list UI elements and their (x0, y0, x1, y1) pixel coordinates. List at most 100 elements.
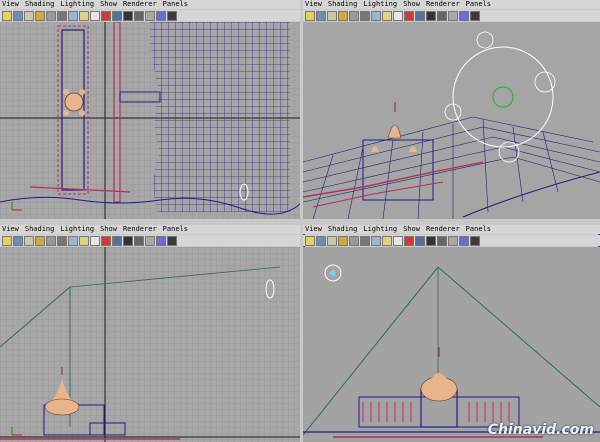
select-camera-icon[interactable] (316, 10, 326, 21)
camera-icon[interactable] (2, 10, 12, 21)
film-gate-icon[interactable] (459, 235, 469, 246)
texture-icon[interactable] (79, 10, 89, 21)
lighting-icon[interactable] (393, 235, 403, 246)
viewport-top-ortho[interactable] (0, 22, 300, 219)
viewport-panel-top-right[interactable]: View Shading Lighting Show Renderer Panels (303, 0, 600, 219)
viewport-front-ortho[interactable] (303, 247, 600, 442)
field-chart-icon[interactable] (470, 10, 480, 21)
menu-shading[interactable]: Shading (25, 0, 55, 8)
grid-icon[interactable] (46, 235, 56, 246)
grid-icon[interactable] (349, 235, 359, 246)
menu-lighting[interactable]: Lighting (363, 0, 397, 8)
smooth-shade-icon[interactable] (371, 235, 381, 246)
menu-panels[interactable]: Panels (163, 0, 188, 8)
menu-view[interactable]: View (305, 225, 322, 233)
texture-icon[interactable] (79, 235, 89, 246)
smooth-shade-icon[interactable] (68, 10, 78, 21)
resolution-gate-icon[interactable] (145, 235, 155, 246)
xray-icon[interactable] (415, 235, 425, 246)
menu-panels[interactable]: Panels (466, 225, 491, 233)
frame-icon[interactable] (134, 10, 144, 21)
grid-icon[interactable] (349, 10, 359, 21)
resolution-gate-icon[interactable] (145, 10, 155, 21)
texture-icon[interactable] (382, 10, 392, 21)
resolution-gate-icon[interactable] (448, 235, 458, 246)
menu-show[interactable]: Show (403, 0, 420, 8)
panel-menu-bar[interactable]: View Shading Lighting Show Renderer Panels (0, 225, 300, 234)
camera-icon[interactable] (2, 235, 12, 246)
wireframe-icon[interactable] (57, 10, 67, 21)
menu-show[interactable]: Show (100, 0, 117, 8)
panel-menu-bar[interactable]: View Shading Lighting Show Renderer Panels (303, 0, 600, 9)
viewport-side-ortho[interactable] (0, 247, 300, 442)
menu-show[interactable]: Show (403, 225, 420, 233)
image-plane-icon[interactable] (338, 10, 348, 21)
viewport-panel-bottom-right[interactable]: View Shading Lighting Show Renderer Panels (303, 225, 600, 442)
menu-panels[interactable]: Panels (466, 0, 491, 8)
panel-menu-bar[interactable]: View Shading Lighting Show Renderer Panels (303, 225, 600, 234)
shadows-icon[interactable] (404, 10, 414, 21)
smooth-shade-icon[interactable] (68, 235, 78, 246)
viewport-panel-top-left[interactable]: View Shading Lighting Show Renderer Panels (0, 0, 300, 219)
image-plane-icon[interactable] (35, 235, 45, 246)
menu-view[interactable]: View (305, 0, 322, 8)
select-camera-icon[interactable] (13, 10, 23, 21)
panel-menu-bar[interactable]: View Shading Lighting Show Renderer Panels (0, 0, 300, 9)
resolution-gate-icon[interactable] (448, 10, 458, 21)
isolate-icon[interactable] (426, 235, 436, 246)
film-gate-icon[interactable] (156, 10, 166, 21)
menu-renderer[interactable]: Renderer (123, 0, 157, 8)
isolate-icon[interactable] (123, 10, 133, 21)
image-plane-icon[interactable] (35, 10, 45, 21)
xray-icon[interactable] (112, 10, 122, 21)
menu-lighting[interactable]: Lighting (60, 225, 94, 233)
menu-renderer[interactable]: Renderer (123, 225, 157, 233)
bookmark-icon[interactable] (327, 235, 337, 246)
bookmark-icon[interactable] (24, 10, 34, 21)
lighting-icon[interactable] (90, 235, 100, 246)
viewport-perspective[interactable] (303, 22, 600, 219)
xray-icon[interactable] (112, 235, 122, 246)
smooth-shade-icon[interactable] (371, 10, 381, 21)
frame-icon[interactable] (437, 10, 447, 21)
film-gate-icon[interactable] (459, 10, 469, 21)
menu-renderer[interactable]: Renderer (426, 225, 460, 233)
isolate-icon[interactable] (426, 10, 436, 21)
field-chart-icon[interactable] (470, 235, 480, 246)
camera-icon[interactable] (305, 235, 315, 246)
bookmark-icon[interactable] (24, 235, 34, 246)
field-chart-icon[interactable] (167, 10, 177, 21)
texture-icon[interactable] (382, 235, 392, 246)
film-gate-icon[interactable] (156, 235, 166, 246)
shadows-icon[interactable] (101, 10, 111, 21)
menu-lighting[interactable]: Lighting (60, 0, 94, 8)
menu-renderer[interactable]: Renderer (426, 0, 460, 8)
shadows-icon[interactable] (101, 235, 111, 246)
menu-panels[interactable]: Panels (163, 225, 188, 233)
viewport-panel-bottom-left[interactable]: View Shading Lighting Show Renderer Panels (0, 225, 300, 442)
menu-view[interactable]: View (2, 0, 19, 8)
menu-view[interactable]: View (2, 225, 19, 233)
menu-shading[interactable]: Shading (328, 0, 358, 8)
shadows-icon[interactable] (404, 235, 414, 246)
menu-shading[interactable]: Shading (328, 225, 358, 233)
select-camera-icon[interactable] (13, 235, 23, 246)
wireframe-icon[interactable] (360, 235, 370, 246)
menu-shading[interactable]: Shading (25, 225, 55, 233)
menu-show[interactable]: Show (100, 225, 117, 233)
xray-icon[interactable] (415, 10, 425, 21)
camera-icon[interactable] (305, 10, 315, 21)
image-plane-icon[interactable] (338, 235, 348, 246)
bookmark-icon[interactable] (327, 10, 337, 21)
menu-lighting[interactable]: Lighting (363, 225, 397, 233)
lighting-icon[interactable] (393, 10, 403, 21)
grid-icon[interactable] (46, 10, 56, 21)
wireframe-icon[interactable] (57, 235, 67, 246)
frame-icon[interactable] (134, 235, 144, 246)
lighting-icon[interactable] (90, 10, 100, 21)
isolate-icon[interactable] (123, 235, 133, 246)
frame-icon[interactable] (437, 235, 447, 246)
field-chart-icon[interactable] (167, 235, 177, 246)
select-camera-icon[interactable] (316, 235, 326, 246)
wireframe-icon[interactable] (360, 10, 370, 21)
